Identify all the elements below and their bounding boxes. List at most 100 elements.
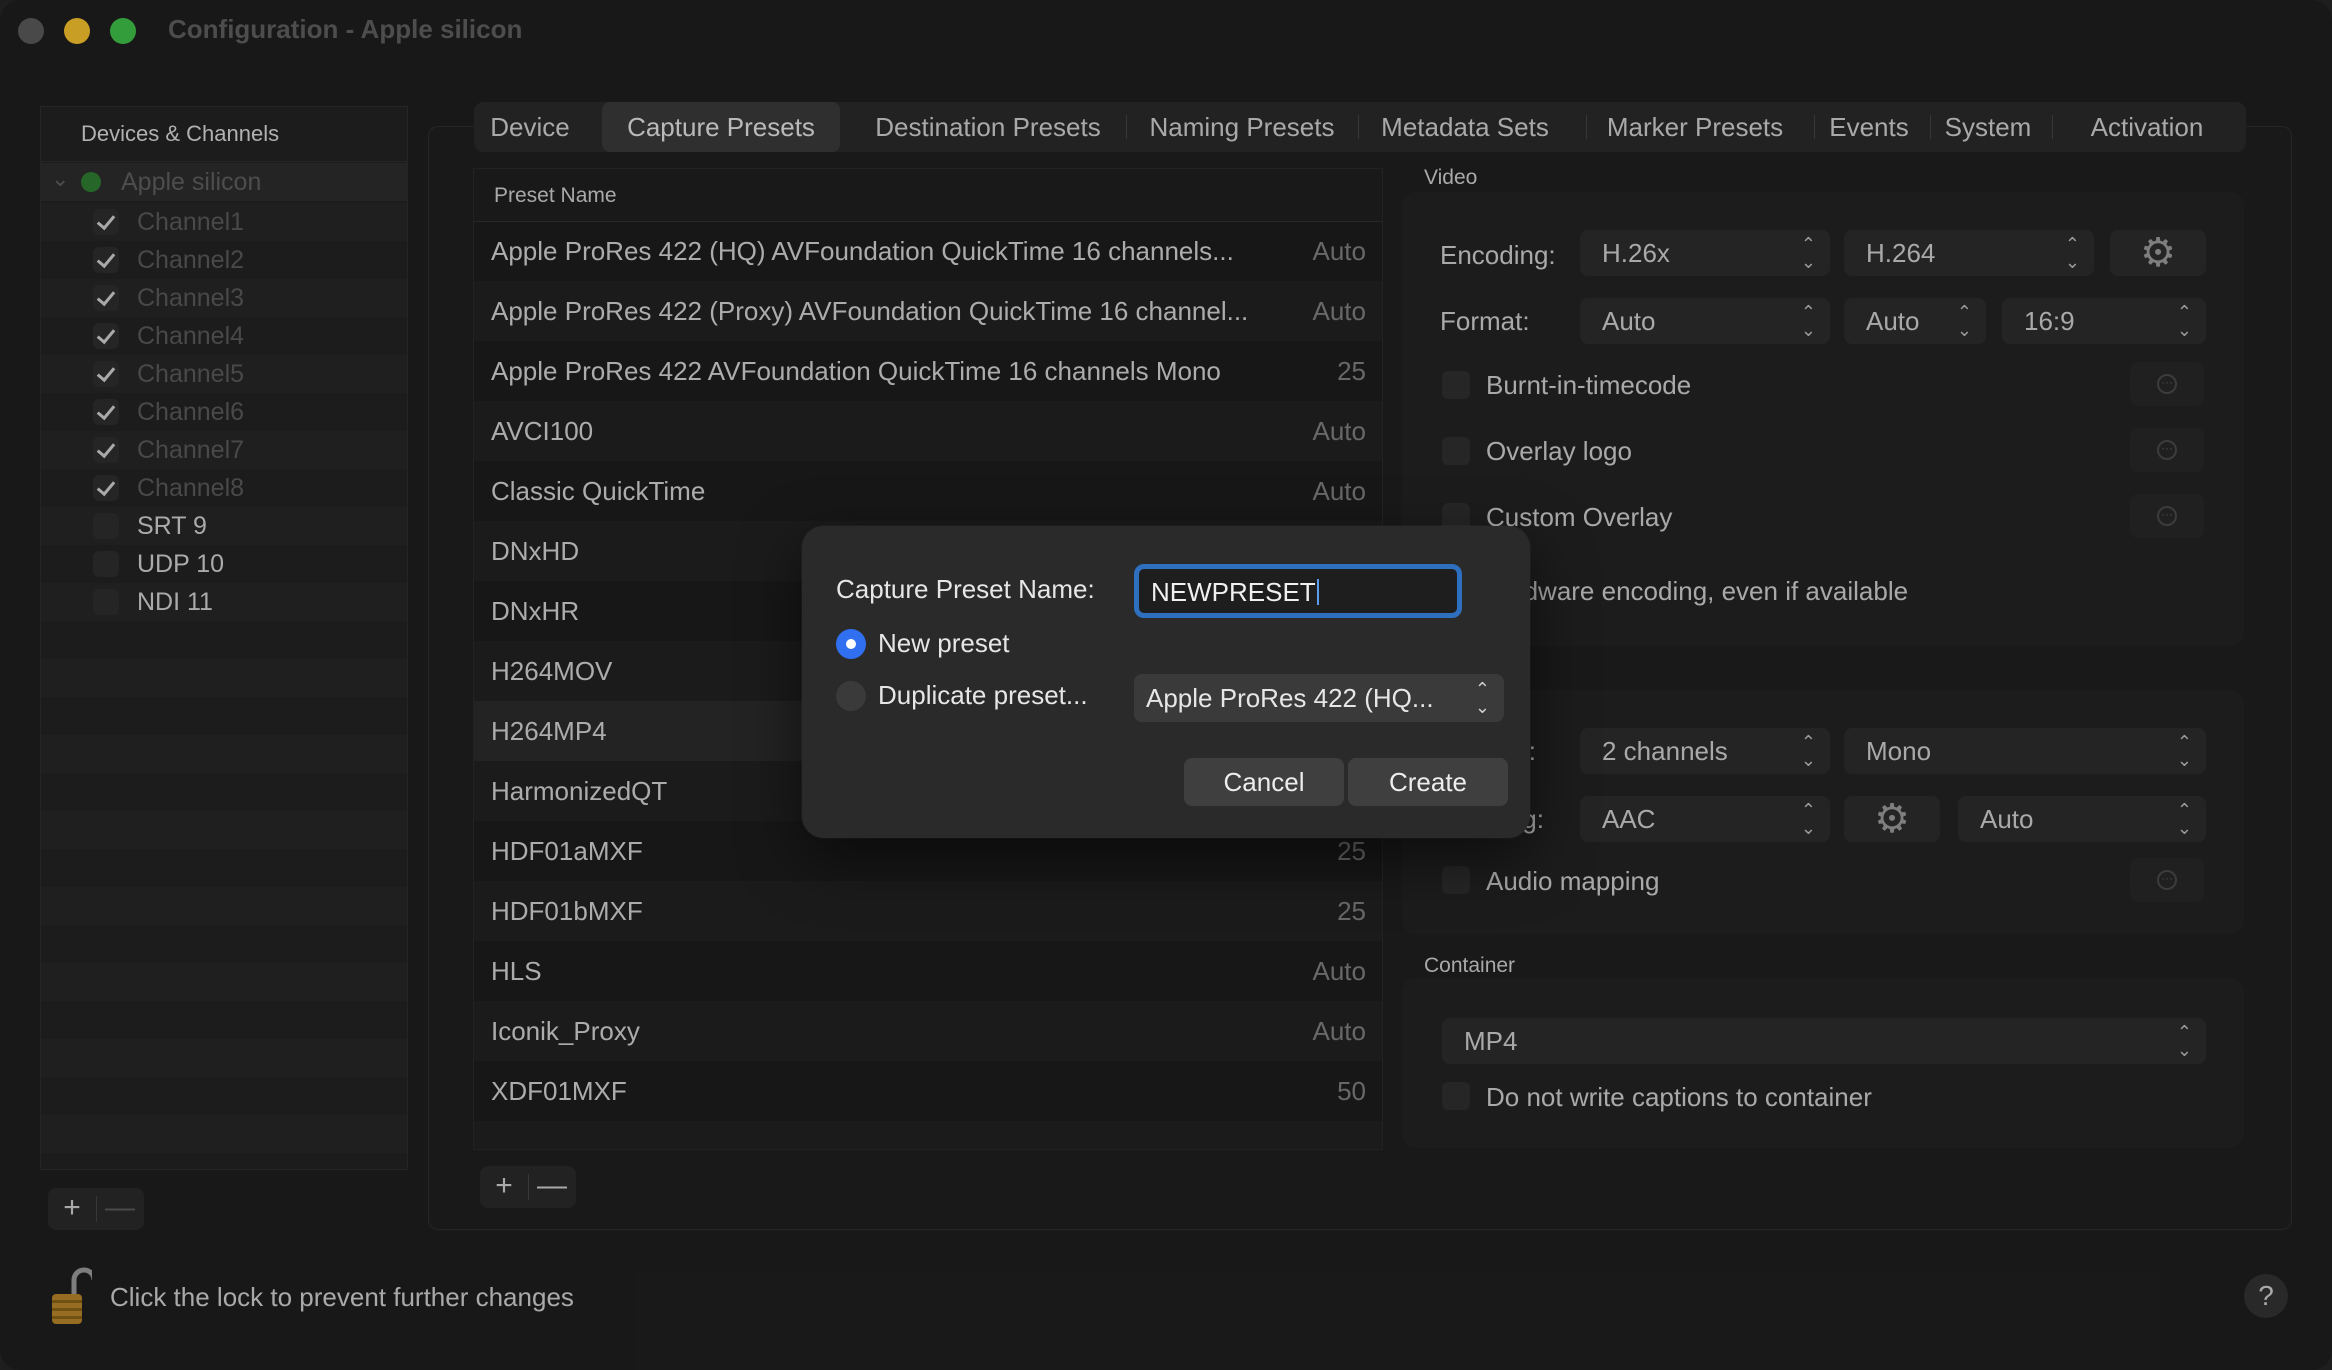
sidebar-empty-row	[41, 811, 407, 849]
capture-preset-name-input[interactable]: NEWPRESET	[1134, 564, 1462, 618]
burnt-in-timecode-checkbox[interactable]	[1442, 371, 1470, 399]
no-captions-checkbox[interactable]	[1442, 1082, 1470, 1110]
sidebar-channel-row[interactable]: Channel6	[41, 393, 407, 431]
format-aspect-popup[interactable]: 16:9 ⌃ ⌄	[2002, 298, 2206, 344]
channel-checkbox[interactable]	[93, 247, 119, 273]
help-button[interactable]: ?	[2244, 1274, 2288, 1318]
preset-row[interactable]: AVCI100 Auto	[474, 401, 1382, 461]
preset-remove-button[interactable]: —	[528, 1166, 576, 1208]
preset-row[interactable]: Classic QuickTime Auto	[474, 461, 1382, 521]
sidebar-add-button[interactable]: +	[48, 1188, 96, 1230]
sidebar-channel-row[interactable]: SRT 9	[41, 507, 407, 545]
audio-mapping-checkbox[interactable]	[1442, 866, 1470, 894]
audio-encoding-settings-button[interactable]: ⚙	[1844, 796, 1940, 842]
preset-row[interactable]: Apple ProRes 422 (Proxy) AVFoundation Qu…	[474, 281, 1382, 341]
channel-checkbox[interactable]	[93, 285, 119, 311]
preset-name: HDF01aMXF	[491, 836, 643, 866]
container-popup[interactable]: MP4 ⌃ ⌄	[1442, 1018, 2206, 1064]
channel-checkbox[interactable]	[93, 513, 119, 539]
ellipsis-icon: ···	[2157, 374, 2177, 394]
overlay-logo-options-button[interactable]: ···	[2130, 428, 2204, 472]
tab-capture-presets[interactable]: Capture Presets	[602, 102, 840, 152]
overlay-logo-checkbox[interactable]	[1442, 437, 1470, 465]
preset-row[interactable]: XDF01MXF 50	[474, 1061, 1382, 1121]
channel-label: Channel5	[137, 360, 245, 388]
preset-row[interactable]: HDF01bMXF 25	[474, 881, 1382, 941]
preset-row[interactable]: Apple ProRes 422 (HQ) AVFoundation Quick…	[474, 221, 1382, 281]
sidebar-empty-row	[41, 963, 407, 1001]
sidebar-channel-row[interactable]: Channel3	[41, 279, 407, 317]
format-size-popup[interactable]: Auto ⌃ ⌄	[1580, 298, 1830, 344]
tab-device[interactable]: Device	[474, 102, 586, 152]
sidebar-channel-row[interactable]: Channel1	[41, 203, 407, 241]
sidebar-channel-row[interactable]: Channel7	[41, 431, 407, 469]
preset-add-button[interactable]: +	[480, 1166, 528, 1208]
channel-label: Channel2	[137, 246, 245, 274]
encoding-family-popup[interactable]: H.26x ⌃ ⌄	[1580, 230, 1830, 276]
tab-system[interactable]: System	[1938, 102, 2038, 152]
preset-row[interactable]: Apple ProRes 422 AVFoundation QuickTime …	[474, 341, 1382, 401]
sidebar-channel-row[interactable]: Channel4	[41, 317, 407, 355]
audio-encoding-popup[interactable]: AAC ⌃ ⌄	[1580, 796, 1830, 842]
video-encoding-settings-button[interactable]: ⚙	[2110, 230, 2206, 276]
gear-icon: ⚙	[2140, 231, 2176, 275]
channel-checkbox[interactable]	[93, 437, 119, 463]
sidebar-channel-row[interactable]: Channel2	[41, 241, 407, 279]
format-rate-popup[interactable]: Auto ⌃ ⌄	[1844, 298, 1986, 344]
container-group-label: Container	[1424, 954, 1516, 977]
tab-metadata-sets[interactable]: Metadata Sets	[1366, 102, 1564, 152]
channel-checkbox[interactable]	[93, 209, 119, 235]
tab-destination-presets[interactable]: Destination Presets	[856, 102, 1120, 152]
audio-rate-popup[interactable]: Auto ⌃ ⌄	[1958, 796, 2206, 842]
lock-icon[interactable]	[50, 1266, 97, 1326]
audio-channels-popup[interactable]: 2 channels ⌃ ⌄	[1580, 728, 1830, 774]
channel-checkbox[interactable]	[93, 323, 119, 349]
tab-marker-presets[interactable]: Marker Presets	[1592, 102, 1798, 152]
channel-checkbox[interactable]	[93, 551, 119, 577]
preset-name-column-header[interactable]: Preset Name	[494, 184, 617, 208]
hardware-encoding-label: hardware encoding, even if available	[1486, 576, 1909, 606]
channel-checkbox[interactable]	[93, 589, 119, 615]
channel-checkbox[interactable]	[93, 399, 119, 425]
sidebar-channel-row[interactable]: UDP 10	[41, 545, 407, 583]
tab-naming-presets[interactable]: Naming Presets	[1134, 102, 1350, 152]
audio-mode-popup[interactable]: Mono ⌃ ⌄	[1844, 728, 2206, 774]
create-button[interactable]: Create	[1348, 758, 1508, 806]
sidebar-channel-row[interactable]: Channel8	[41, 469, 407, 507]
chevron-down-icon[interactable]: ⌄	[51, 166, 69, 192]
duplicate-source-popup[interactable]: Apple ProRes 422 (HQ... ⌃ ⌄	[1134, 674, 1504, 722]
sidebar-remove-button[interactable]: —	[96, 1188, 144, 1230]
preset-name: Apple ProRes 422 (Proxy) AVFoundation Qu…	[491, 296, 1249, 326]
minimize-window-button[interactable]	[64, 18, 90, 44]
sidebar-device-row[interactable]: ⌄ Apple silicon	[41, 163, 407, 201]
popup-chevron-icon: ⌃ ⌄	[1800, 800, 1816, 838]
preset-row[interactable]: HLS Auto	[474, 941, 1382, 1001]
format-rate-value: Auto	[1866, 306, 1920, 336]
popup-chevron-icon: ⌃ ⌄	[1474, 679, 1490, 717]
sidebar-empty-row	[41, 1001, 407, 1039]
sidebar-channel-row[interactable]: Channel5	[41, 355, 407, 393]
container-value: MP4	[1464, 1026, 1518, 1056]
popup-chevron-icon: ⌃ ⌄	[2176, 302, 2192, 340]
zoom-window-button[interactable]	[110, 18, 136, 44]
capture-preset-name-label: Capture Preset Name:	[836, 574, 1095, 604]
duplicate-preset-radio[interactable]	[836, 681, 866, 711]
preset-value: Auto	[1312, 416, 1367, 446]
channel-checkbox[interactable]	[93, 475, 119, 501]
burnt-in-timecode-options-button[interactable]: ···	[2130, 362, 2204, 406]
tab-activation[interactable]: Activation	[2064, 102, 2230, 152]
cancel-button[interactable]: Cancel	[1184, 758, 1344, 806]
encoding-codec-popup[interactable]: H.264 ⌃ ⌄	[1844, 230, 2094, 276]
preset-row[interactable]: Iconik_Proxy Auto	[474, 1001, 1382, 1061]
channel-label: Channel7	[137, 436, 245, 464]
custom-overlay-options-button[interactable]: ···	[2130, 494, 2204, 538]
new-preset-radio[interactable]	[836, 629, 866, 659]
sidebar-empty-row	[41, 925, 407, 963]
audio-mapping-options-button[interactable]: ···	[2130, 858, 2204, 902]
channel-checkbox[interactable]	[93, 361, 119, 387]
close-window-button[interactable]	[18, 18, 44, 44]
preset-name: HDF01bMXF	[491, 896, 643, 926]
sidebar-channel-row[interactable]: NDI 11	[41, 583, 407, 621]
popup-chevron-icon: ⌃ ⌄	[2176, 800, 2192, 838]
tab-events[interactable]: Events	[1822, 102, 1916, 152]
